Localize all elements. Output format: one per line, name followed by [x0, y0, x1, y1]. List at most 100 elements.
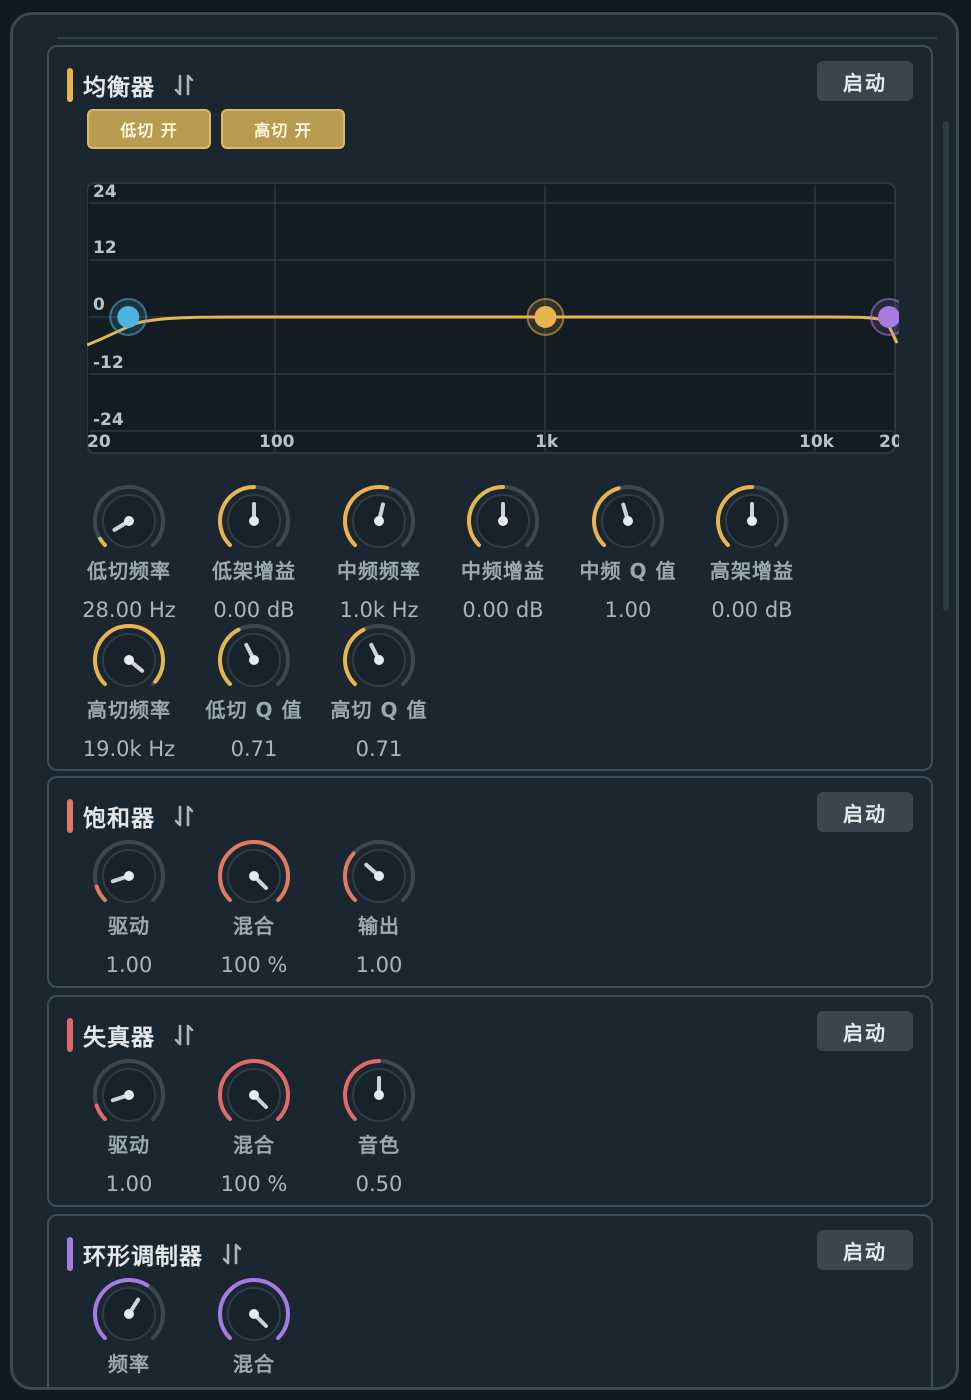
low-cut-node[interactable] — [117, 306, 140, 328]
knob-value: 1.00 — [355, 953, 403, 977]
reorder-icon[interactable] — [171, 72, 197, 98]
knob-distortion[interactable]: 驱动 1.00 — [67, 1055, 191, 1196]
ring-modulator-accent-bar — [67, 1237, 73, 1271]
knob-dial[interactable] — [214, 1274, 294, 1354]
scrollbar[interactable] — [943, 121, 949, 611]
mid-node[interactable] — [534, 306, 557, 328]
knob-center — [374, 1090, 384, 1100]
knob-saturator[interactable]: 混合 100 % — [192, 836, 316, 977]
knob-center — [498, 516, 508, 526]
knob-saturator[interactable]: 驱动 1.00 — [67, 836, 191, 977]
knob-center — [374, 516, 384, 526]
knob-dial[interactable] — [89, 1055, 169, 1135]
knob-eq[interactable]: 低切频率 28.00 Hz — [67, 481, 191, 622]
knob-center — [623, 516, 633, 526]
knob-value: 1.0k Hz — [339, 598, 419, 622]
knob-value: 0.71 — [355, 737, 403, 761]
knob-dial[interactable] — [339, 481, 419, 561]
y-tick-label: -12 — [93, 353, 124, 373]
knob-dial[interactable] — [339, 620, 419, 700]
knob-value: 19.0k Hz — [82, 737, 176, 761]
distortion-enable-button[interactable]: 启动 — [817, 1011, 913, 1051]
knob-label: 中频增益 — [461, 559, 545, 583]
knob-center — [249, 871, 259, 881]
knob-center — [249, 1309, 259, 1319]
knob-eq[interactable]: 中频 Q 值 1.00 — [566, 481, 690, 622]
knob-center — [124, 1090, 134, 1100]
knob-ring-modulator[interactable]: 混合 — [192, 1274, 316, 1377]
knob-eq[interactable]: 高切 Q 值 0.71 — [317, 620, 441, 761]
knob-ring-modulator[interactable]: 频率 — [67, 1274, 191, 1377]
knob-center — [249, 655, 259, 665]
knob-level-arc — [94, 884, 107, 903]
reorder-icon[interactable] — [171, 803, 197, 829]
reorder-icon[interactable] — [171, 1022, 197, 1048]
knob-eq[interactable]: 高切频率 19.0k Hz — [67, 620, 191, 761]
knob-value: 100 % — [220, 1172, 288, 1196]
knob-value: 100 % — [220, 953, 288, 977]
saturator-title: 饱和器 — [83, 806, 155, 832]
knob-label: 驱动 — [108, 914, 150, 938]
knob-dial[interactable] — [214, 620, 294, 700]
knob-label: 低切 Q 值 — [205, 698, 303, 722]
x-tick-label: 20 — [87, 432, 111, 452]
saturator-header: 饱和器 — [67, 796, 197, 836]
knob-label: 混合 — [233, 1352, 275, 1376]
distortion-panel: 失真器 启动 驱动 1.00 混合 100 % 音色 0.50 — [47, 995, 933, 1207]
knob-eq[interactable]: 中频频率 1.0k Hz — [317, 481, 441, 622]
y-tick-label: 24 — [93, 182, 117, 202]
knob-level-arc — [98, 536, 107, 548]
knob-label: 驱动 — [108, 1133, 150, 1157]
knob-label: 高切频率 — [87, 698, 171, 722]
reorder-icon[interactable] — [219, 1241, 245, 1267]
knob-eq[interactable]: 低架增益 0.00 dB — [192, 481, 316, 622]
knob-dial[interactable] — [588, 481, 668, 561]
eq-header: 均衡器 — [67, 65, 197, 105]
knob-center — [249, 1090, 259, 1100]
knob-dial[interactable] — [712, 481, 792, 561]
knob-dial[interactable] — [89, 836, 169, 916]
eq-curve-graph[interactable]: 24 12 0 -12 -24 20 100 1k 10k 20k — [87, 179, 899, 455]
saturator-enable-button[interactable]: 启动 — [817, 792, 913, 832]
knob-saturator[interactable]: 输出 1.00 — [317, 836, 441, 977]
high-cut-toggle-button[interactable]: 高切 开 — [221, 109, 345, 149]
knob-dial[interactable] — [339, 1055, 419, 1135]
distortion-accent-bar — [67, 1018, 73, 1052]
knob-eq[interactable]: 中频增益 0.00 dB — [441, 481, 565, 622]
saturator-accent-bar — [67, 799, 73, 833]
knob-dial[interactable] — [214, 836, 294, 916]
knob-dial[interactable] — [89, 481, 169, 561]
knob-dial[interactable] — [89, 1274, 169, 1354]
knob-label: 高切 Q 值 — [330, 698, 428, 722]
knob-dial[interactable] — [339, 836, 419, 916]
knob-dial[interactable] — [89, 620, 169, 700]
knob-dial[interactable] — [214, 1055, 294, 1135]
x-tick-label: 10k — [799, 432, 835, 452]
eq-enable-button[interactable]: 启动 — [817, 61, 913, 101]
saturator-panel: 饱和器 启动 驱动 1.00 混合 100 % 输出 1.00 — [47, 776, 933, 988]
knob-value: 1.00 — [604, 598, 652, 622]
knob-dial[interactable] — [463, 481, 543, 561]
knob-dial[interactable] — [214, 481, 294, 561]
knob-center — [124, 871, 134, 881]
knob-distortion[interactable]: 音色 0.50 — [317, 1055, 441, 1196]
knob-eq[interactable]: 低切 Q 值 0.71 — [192, 620, 316, 761]
high-cut-node[interactable] — [878, 306, 899, 328]
knob-level-arc — [94, 1103, 107, 1122]
y-tick-label: 12 — [93, 238, 117, 258]
knob-distortion[interactable]: 混合 100 % — [192, 1055, 316, 1196]
knob-label: 高架增益 — [710, 559, 794, 583]
knob-label: 频率 — [108, 1352, 150, 1376]
y-tick-label: 0 — [93, 295, 105, 315]
distortion-header: 失真器 — [67, 1015, 197, 1055]
knob-value: 0.00 dB — [462, 598, 544, 622]
ring-modulator-enable-button[interactable]: 启动 — [817, 1230, 913, 1270]
knob-label: 低切频率 — [87, 559, 171, 583]
knob-label: 混合 — [233, 1133, 275, 1157]
top-divider — [57, 37, 937, 39]
knob-value: 28.00 Hz — [82, 598, 176, 622]
y-tick-label: -24 — [93, 410, 124, 430]
low-cut-toggle-button[interactable]: 低切 开 — [87, 109, 211, 149]
knob-center — [374, 655, 384, 665]
knob-eq[interactable]: 高架增益 0.00 dB — [690, 481, 814, 622]
